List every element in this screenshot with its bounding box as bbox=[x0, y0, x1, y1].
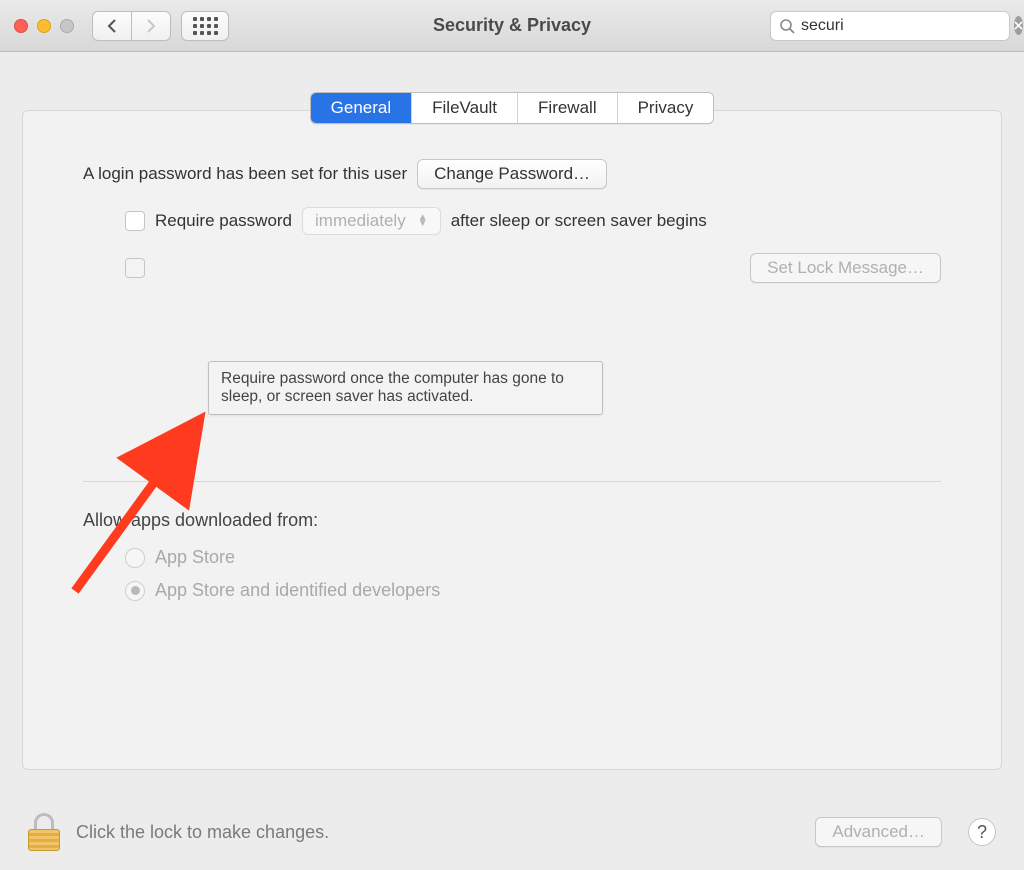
require-password-tooltip: Require password once the computer has g… bbox=[208, 361, 603, 415]
after-sleep-label: after sleep or screen saver begins bbox=[451, 211, 707, 231]
advanced-button[interactable]: Advanced… bbox=[815, 817, 942, 847]
zoom-window-button[interactable] bbox=[60, 19, 74, 33]
tab-general[interactable]: General bbox=[311, 93, 412, 123]
radio-app-store-label: App Store bbox=[155, 547, 235, 568]
lock-hint-text: Click the lock to make changes. bbox=[76, 822, 329, 843]
require-password-delay-select[interactable]: immediately ▲▼ bbox=[302, 207, 441, 235]
general-panel: A login password has been set for this u… bbox=[22, 110, 1002, 770]
chevron-up-down-icon: ▲▼ bbox=[414, 215, 432, 227]
help-button[interactable]: ? bbox=[968, 818, 996, 846]
tab-firewall[interactable]: Firewall bbox=[518, 93, 618, 123]
nav-buttons bbox=[92, 11, 229, 41]
require-password-label: Require password bbox=[155, 211, 292, 231]
require-password-delay-value: immediately bbox=[315, 211, 406, 231]
login-password-label: A login password has been set for this u… bbox=[83, 164, 407, 184]
radio-app-store[interactable] bbox=[125, 548, 145, 568]
back-button[interactable] bbox=[92, 11, 132, 41]
search-input[interactable] bbox=[801, 17, 1008, 35]
forward-button[interactable] bbox=[131, 11, 171, 41]
titlebar: Security & Privacy bbox=[0, 0, 1024, 52]
show-all-button[interactable] bbox=[181, 11, 229, 41]
radio-identified-label: App Store and identified developers bbox=[155, 580, 440, 601]
minimize-window-button[interactable] bbox=[37, 19, 51, 33]
divider bbox=[83, 481, 941, 482]
lock-icon[interactable] bbox=[28, 813, 60, 851]
content-area: General FileVault Firewall Privacy A log… bbox=[0, 52, 1024, 770]
footer: Click the lock to make changes. Advanced… bbox=[0, 794, 1024, 870]
tab-bar: General FileVault Firewall Privacy bbox=[22, 92, 1002, 124]
search-icon bbox=[779, 18, 795, 34]
set-lock-message-button[interactable]: Set Lock Message… bbox=[750, 253, 941, 283]
allow-apps-title: Allow apps downloaded from: bbox=[83, 510, 941, 531]
show-message-checkbox[interactable] bbox=[125, 258, 145, 278]
close-window-button[interactable] bbox=[14, 19, 28, 33]
tab-privacy[interactable]: Privacy bbox=[618, 93, 714, 123]
close-icon bbox=[1014, 21, 1023, 30]
change-password-button[interactable]: Change Password… bbox=[417, 159, 607, 189]
clear-search-button[interactable] bbox=[1014, 16, 1023, 35]
grid-icon bbox=[193, 17, 218, 35]
require-password-checkbox[interactable] bbox=[125, 211, 145, 231]
search-field[interactable] bbox=[770, 11, 1010, 41]
tab-filevault[interactable]: FileVault bbox=[412, 93, 518, 123]
window-controls bbox=[14, 19, 74, 33]
show-message-label-obscured bbox=[155, 258, 160, 278]
radio-identified-developers[interactable] bbox=[125, 581, 145, 601]
